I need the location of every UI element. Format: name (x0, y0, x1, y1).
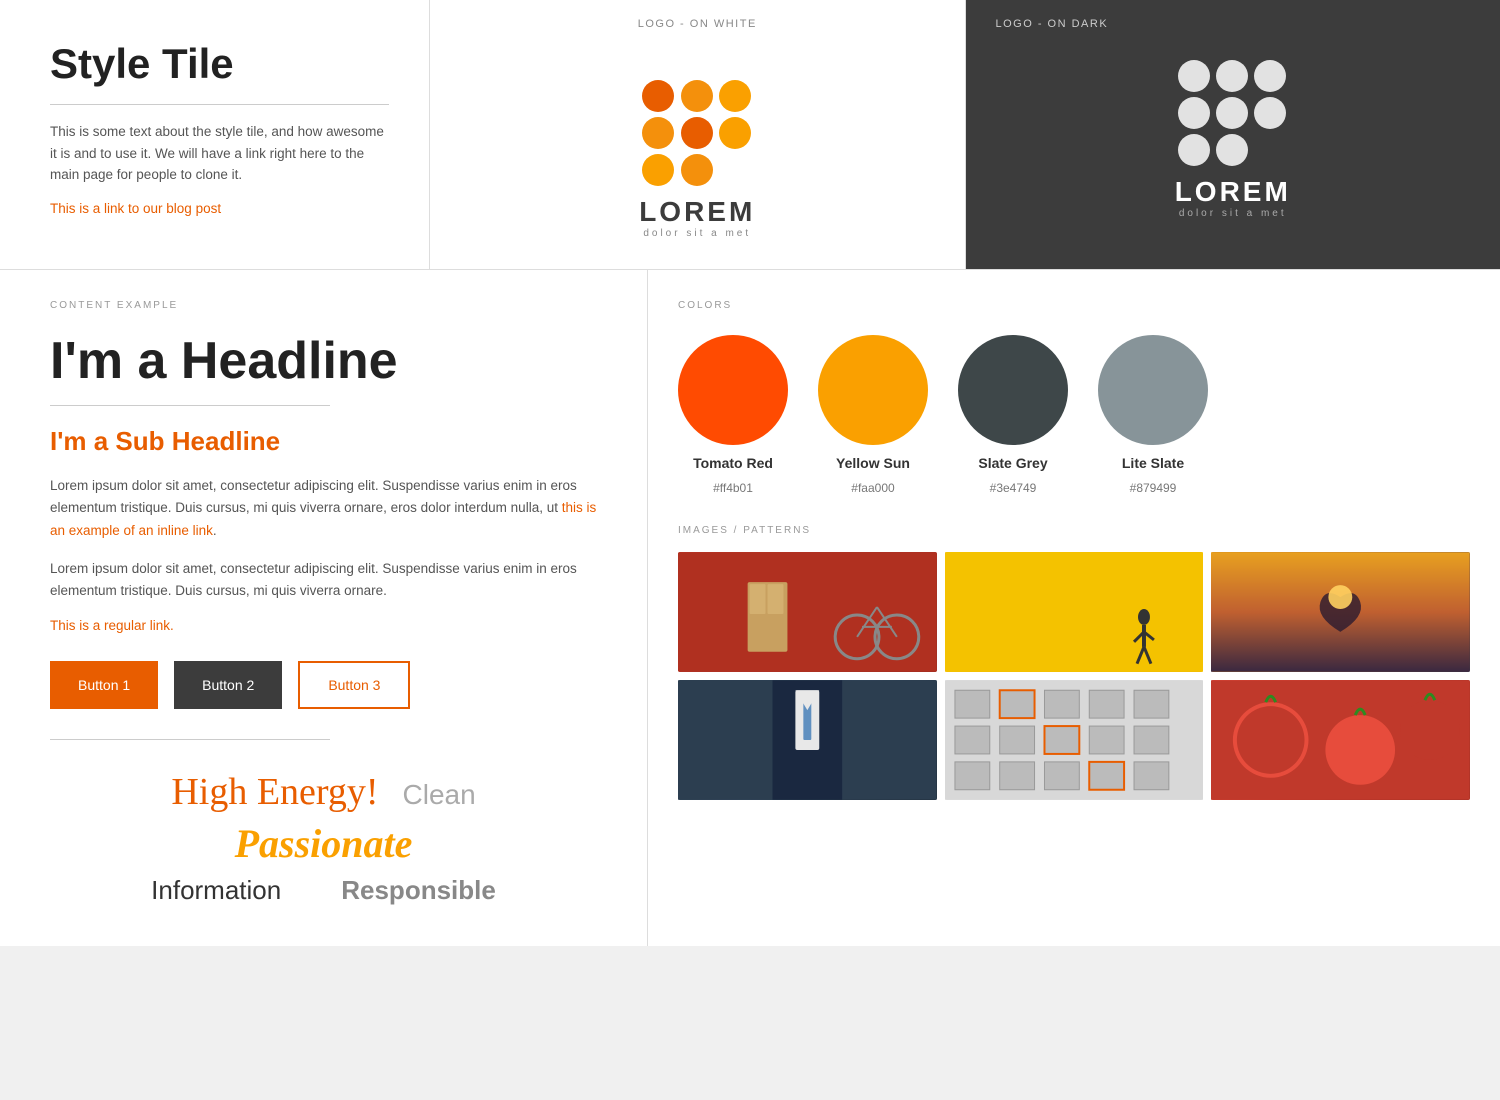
logo-white-label: LOGO - ON WHITE (638, 18, 757, 30)
title-divider (50, 104, 389, 105)
sub-headline: I'm a Sub Headline (50, 426, 597, 457)
logo-dot (719, 154, 751, 186)
button-3[interactable]: Button 3 (298, 661, 410, 709)
word-clean: Clean (403, 779, 476, 810)
word-passionate: Passionate (50, 820, 597, 867)
logo-dot (719, 80, 751, 112)
logo-dot (1178, 134, 1210, 166)
image-yellow (945, 552, 1204, 672)
color-circle-yellow-sun (818, 335, 928, 445)
logo-dot (681, 154, 713, 186)
logo-dot (1254, 97, 1286, 129)
color-name-tomato-red: Tomato Red (693, 455, 773, 471)
logo-dot (1254, 134, 1286, 166)
logo-dot (1216, 60, 1248, 92)
color-hex-lite-slate: #879499 (1130, 481, 1177, 495)
images-grid (678, 552, 1470, 800)
logo-dot (642, 154, 674, 186)
word-information: Information (151, 875, 281, 906)
color-name-slate-grey: Slate Grey (978, 455, 1047, 471)
logo-white: LOREM dolor sit a met (639, 80, 755, 239)
intro-description: This is some text about the style tile, … (50, 121, 389, 186)
buttons-row: Button 1 Button 2 Button 3 (50, 661, 597, 709)
blog-post-link[interactable]: This is a link to our blog post (50, 201, 221, 216)
button-1[interactable]: Button 1 (50, 661, 158, 709)
image-building (945, 680, 1204, 800)
words-section: High Energy! Clean Passionate Informatio… (50, 760, 597, 916)
images-label: IMAGES / PATTERNS (678, 525, 1470, 536)
color-circle-tomato-red (678, 335, 788, 445)
logo-white-container: LOREM dolor sit a met (639, 50, 755, 269)
color-item-tomato-red: Tomato Red #ff4b01 (678, 335, 788, 495)
logo-dot (1254, 60, 1286, 92)
color-hex-slate-grey: #3e4749 (990, 481, 1037, 495)
words-row-bottom: Information Responsible (50, 875, 597, 906)
content-example-label: CONTENT EXAMPLE (50, 300, 597, 311)
logo-dark-label: LOGO - ON DARK (966, 18, 1109, 30)
logo-brand-name: LOREM (639, 196, 755, 228)
image-suit-man (678, 680, 937, 800)
logo-dot (681, 80, 713, 112)
logo-on-dark-section: LOGO - ON DARK LOREM dolor sit a met (966, 0, 1500, 269)
color-name-yellow-sun: Yellow Sun (836, 455, 910, 471)
buttons-divider (50, 739, 330, 740)
image-red-bike (678, 552, 937, 672)
logo-dot (719, 117, 751, 149)
button-2[interactable]: Button 2 (174, 661, 282, 709)
image-tomatoes (1211, 680, 1470, 800)
logo-dot (1178, 60, 1210, 92)
logo-tagline: dolor sit a met (643, 228, 751, 239)
images-section: IMAGES / PATTERNS (678, 525, 1470, 800)
colors-row: Tomato Red #ff4b01 Yellow Sun #faa000 Sl… (678, 335, 1470, 495)
logo-dot (681, 117, 713, 149)
logo-dot (1178, 97, 1210, 129)
content-example-section: CONTENT EXAMPLE I'm a Headline I'm a Sub… (0, 270, 648, 946)
logo-dark-dots-grid (1178, 60, 1288, 166)
word-high-energy: High Energy! (171, 771, 378, 813)
color-item-yellow-sun: Yellow Sun #faa000 (818, 335, 928, 495)
headline-divider (50, 405, 330, 406)
logo-dot (642, 117, 674, 149)
main-headline: I'm a Headline (50, 331, 597, 391)
color-circle-slate-grey (958, 335, 1068, 445)
logo-dark: LOREM dolor sit a met (1175, 60, 1291, 219)
colors-label: COLORS (678, 300, 1470, 311)
logo-dot (1216, 134, 1248, 166)
color-hex-tomato-red: #ff4b01 (713, 481, 753, 495)
color-hex-yellow-sun: #faa000 (851, 481, 894, 495)
regular-link[interactable]: This is a regular link. (50, 618, 597, 633)
right-panel: COLORS Tomato Red #ff4b01 Yellow Sun #fa… (648, 270, 1500, 946)
style-tile-intro: Style Tile This is some text about the s… (0, 0, 430, 269)
color-circle-lite-slate (1098, 335, 1208, 445)
page-title: Style Tile (50, 40, 389, 88)
logo-dark-tagline: dolor sit a met (1179, 208, 1287, 219)
logo-dot (1216, 97, 1248, 129)
body-paragraph-2: Lorem ipsum dolor sit amet, consectetur … (50, 558, 597, 603)
body-paragraph-1: Lorem ipsum dolor sit amet, consectetur … (50, 475, 597, 542)
logo-on-white-section: LOGO - ON WHITE LOREM (430, 0, 966, 269)
word-responsible: Responsible (341, 875, 496, 906)
color-item-slate-grey: Slate Grey #3e4749 (958, 335, 1068, 495)
logo-dark-brand-name: LOREM (1175, 176, 1291, 208)
color-name-lite-slate: Lite Slate (1122, 455, 1184, 471)
colors-section: COLORS Tomato Red #ff4b01 Yellow Sun #fa… (678, 300, 1470, 495)
color-item-lite-slate: Lite Slate #879499 (1098, 335, 1208, 495)
image-sunset-hands (1211, 552, 1470, 672)
logo-dots-grid (642, 80, 752, 186)
logo-dot (642, 80, 674, 112)
